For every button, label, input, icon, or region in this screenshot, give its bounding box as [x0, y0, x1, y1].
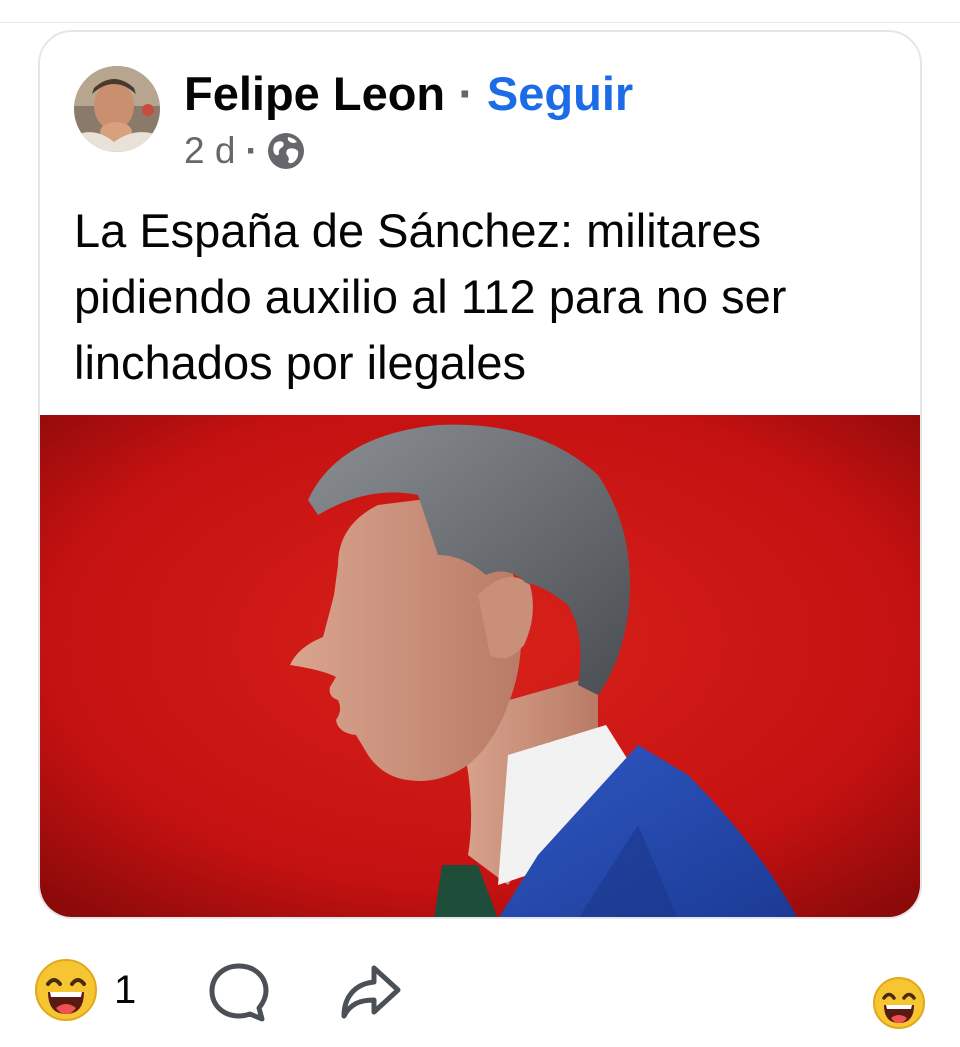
post-header: Felipe Leon · Seguir [184, 66, 633, 122]
post-image[interactable] [40, 415, 920, 917]
author-avatar[interactable] [74, 66, 160, 152]
author-name[interactable]: Felipe Leon [184, 67, 445, 120]
name-separator: · [458, 67, 474, 120]
meta-separator: · [245, 130, 258, 171]
post-meta: 2 d · [184, 130, 306, 172]
top-divider [0, 22, 960, 23]
follow-button[interactable]: Seguir [487, 67, 633, 120]
globe-icon [267, 133, 304, 169]
reaction-count[interactable]: 1 [114, 968, 136, 1012]
comment-bubble-icon[interactable] [208, 962, 270, 1022]
post-timestamp[interactable]: 2 d [184, 130, 235, 172]
share-arrow-icon[interactable] [340, 962, 402, 1022]
post-card: Felipe Leon · Seguir 2 d · La España de … [38, 30, 922, 919]
laughing-emoji-icon[interactable] [34, 958, 98, 1022]
post-actions-bar: 1 [0, 950, 960, 1030]
post-text: La España de Sánchez: militares pidiendo… [74, 204, 787, 389]
react-emoji-button[interactable] [872, 976, 926, 1030]
